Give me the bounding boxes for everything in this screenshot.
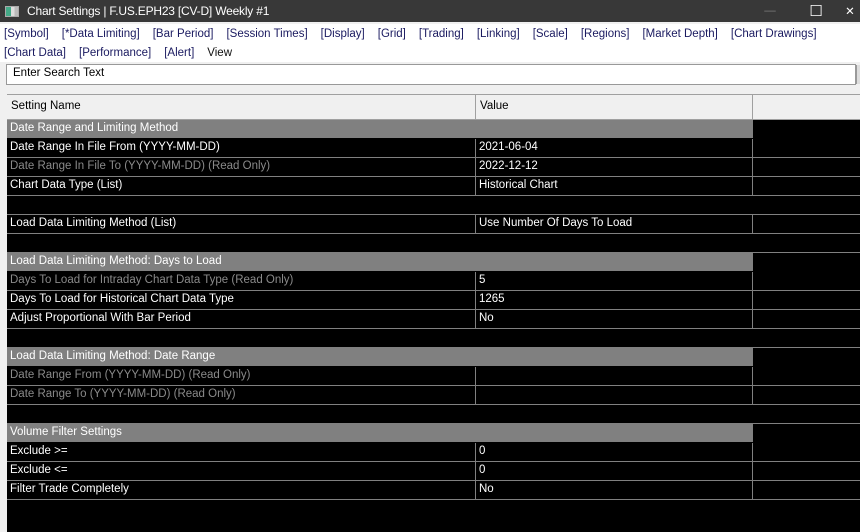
- grid-header: Setting Name Value: [7, 94, 860, 120]
- tab-session-times[interactable]: [Session Times]: [226, 28, 307, 40]
- setting-value[interactable]: Historical Chart: [476, 177, 753, 195]
- close-button[interactable]: ✕: [840, 0, 860, 22]
- section-filler: [753, 348, 860, 366]
- setting-row[interactable]: Date Range In File To (YYYY-MM-DD) (Read…: [7, 158, 860, 177]
- setting-row[interactable]: Filter Trade Completely No: [7, 481, 860, 500]
- column-header-setting-name[interactable]: Setting Name: [7, 95, 476, 119]
- setting-name: Days To Load for Intraday Chart Data Typ…: [7, 272, 476, 290]
- search-side-button[interactable]: [856, 65, 860, 84]
- extra-cell: [753, 177, 860, 195]
- setting-value[interactable]: Use Number Of Days To Load: [476, 215, 753, 233]
- setting-row[interactable]: Exclude <= 0: [7, 462, 860, 481]
- setting-value: 2022-12-12: [476, 158, 753, 176]
- section-filler: [753, 120, 860, 138]
- setting-value: [476, 386, 753, 404]
- setting-name: Filter Trade Completely: [7, 481, 476, 499]
- setting-name: Exclude <=: [7, 462, 476, 480]
- window-title: Chart Settings | F.US.EPH23 [CV-D] Weekl…: [27, 4, 270, 18]
- spacer-row: [7, 234, 860, 253]
- search-input[interactable]: Enter Search Text: [6, 64, 856, 85]
- blank-cell: [7, 196, 476, 214]
- extra-cell: [753, 139, 860, 157]
- section-header: Load Data Limiting Method: Date Range: [7, 348, 860, 367]
- extra-cell: [753, 386, 860, 404]
- setting-name: Load Data Limiting Method (List): [7, 215, 476, 233]
- blank-cell: [7, 234, 476, 252]
- setting-value[interactable]: 0: [476, 443, 753, 461]
- setting-name: Date Range From (YYYY-MM-DD) (Read Only): [7, 367, 476, 385]
- section-filler: [753, 253, 860, 271]
- setting-value[interactable]: 1265: [476, 291, 753, 309]
- tab-scale[interactable]: [Scale]: [533, 28, 568, 40]
- extra-cell: [753, 272, 860, 290]
- setting-name: Date Range To (YYYY-MM-DD) (Read Only): [7, 386, 476, 404]
- setting-name: Adjust Proportional With Bar Period: [7, 310, 476, 328]
- tab-market-depth[interactable]: [Market Depth]: [642, 28, 717, 40]
- section-filler: [753, 424, 860, 442]
- spacer-row: [7, 196, 860, 215]
- setting-value: 5: [476, 272, 753, 290]
- section-title: Date Range and Limiting Method: [7, 120, 753, 138]
- setting-row[interactable]: Adjust Proportional With Bar Period No: [7, 310, 860, 329]
- minimize-button[interactable]: —: [760, 0, 780, 22]
- tab-alert[interactable]: [Alert]: [164, 47, 194, 59]
- setting-row[interactable]: Days To Load for Intraday Chart Data Typ…: [7, 272, 860, 291]
- setting-name: Date Range In File From (YYYY-MM-DD): [7, 139, 476, 157]
- setting-row[interactable]: Exclude >= 0: [7, 443, 860, 462]
- column-header-empty: [753, 95, 860, 119]
- tab-display[interactable]: [Display]: [321, 28, 365, 40]
- blank-cell: [7, 405, 476, 423]
- tab-performance[interactable]: [Performance]: [79, 47, 151, 59]
- setting-name: Date Range In File To (YYYY-MM-DD) (Read…: [7, 158, 476, 176]
- extra-cell: [753, 481, 860, 499]
- extra-cell: [753, 215, 860, 233]
- tab-data-limiting[interactable]: [*Data Limiting]: [62, 28, 140, 40]
- extra-cell: [753, 158, 860, 176]
- app-icon: [5, 5, 19, 17]
- setting-value[interactable]: No: [476, 481, 753, 499]
- setting-row[interactable]: Date Range To (YYYY-MM-DD) (Read Only): [7, 386, 860, 405]
- maximize-button[interactable]: ☐: [806, 0, 826, 22]
- column-header-value[interactable]: Value: [476, 95, 753, 119]
- setting-value: [476, 367, 753, 385]
- setting-name: Chart Data Type (List): [7, 177, 476, 195]
- setting-value[interactable]: No: [476, 310, 753, 328]
- section-header: Load Data Limiting Method: Days to Load: [7, 253, 860, 272]
- tab-regions[interactable]: [Regions]: [581, 28, 630, 40]
- tab-grid[interactable]: [Grid]: [378, 28, 406, 40]
- section-title: Load Data Limiting Method: Days to Load: [7, 253, 753, 271]
- extra-cell: [753, 291, 860, 309]
- section-header: Date Range and Limiting Method: [7, 120, 860, 139]
- setting-row[interactable]: Load Data Limiting Method (List) Use Numb…: [7, 215, 860, 234]
- setting-value[interactable]: 0: [476, 462, 753, 480]
- setting-name: Days To Load for Historical Chart Data T…: [7, 291, 476, 309]
- tab-trading[interactable]: [Trading]: [419, 28, 464, 40]
- setting-name: Exclude >=: [7, 443, 476, 461]
- settings-tabs: [Symbol] [*Data Limiting] [Bar Period] [Ses…: [0, 24, 860, 62]
- setting-value[interactable]: 2021-06-04: [476, 139, 753, 157]
- setting-row[interactable]: Days To Load for Historical Chart Data T…: [7, 291, 860, 310]
- tab-symbol[interactable]: [Symbol]: [4, 28, 49, 40]
- extra-cell: [753, 462, 860, 480]
- extra-cell: [753, 367, 860, 385]
- extra-cell: [753, 310, 860, 328]
- tab-chart-data[interactable]: [Chart Data]: [4, 47, 66, 59]
- tab-linking[interactable]: [Linking]: [477, 28, 520, 40]
- setting-row[interactable]: Chart Data Type (List) Historical Chart: [7, 177, 860, 196]
- section-title: Volume Filter Settings: [7, 424, 753, 442]
- spacer-row: [7, 329, 860, 348]
- setting-row[interactable]: Date Range From (YYYY-MM-DD) (Read Only): [7, 367, 860, 386]
- spacer-row: [7, 405, 860, 424]
- extra-cell: [753, 443, 860, 461]
- title-bar: Chart Settings | F.US.EPH23 [CV-D] Weekl…: [0, 0, 860, 22]
- settings-grid: Setting Name Value Date Range and Limiti…: [7, 94, 860, 532]
- section-header: Volume Filter Settings: [7, 424, 860, 443]
- tab-chart-drawings[interactable]: [Chart Drawings]: [731, 28, 817, 40]
- tab-bar-period[interactable]: [Bar Period]: [153, 28, 214, 40]
- tab-view[interactable]: View: [207, 47, 232, 59]
- setting-row[interactable]: Date Range In File From (YYYY-MM-DD) 2021…: [7, 139, 860, 158]
- blank-cell: [7, 329, 476, 347]
- section-title: Load Data Limiting Method: Date Range: [7, 348, 753, 366]
